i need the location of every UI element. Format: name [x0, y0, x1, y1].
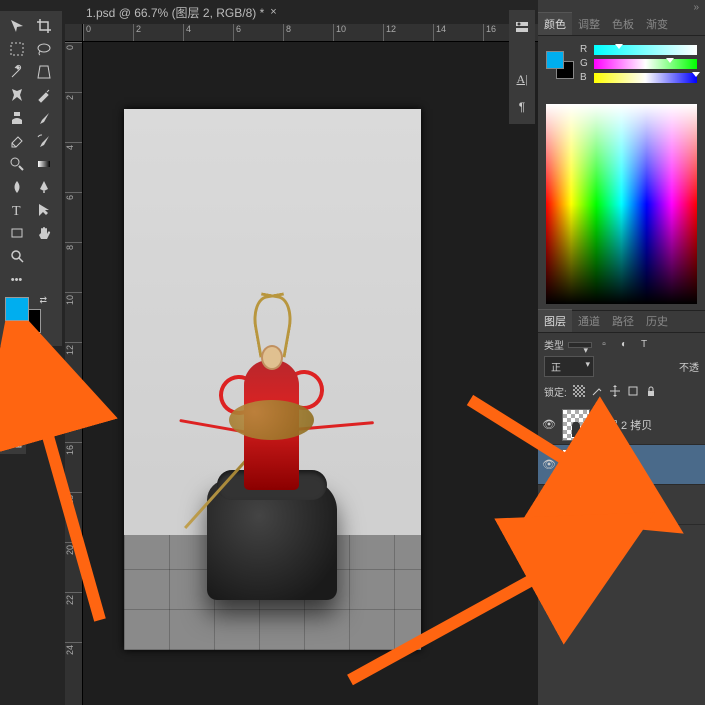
layer-row[interactable]: 👁 图层 2 [538, 445, 705, 485]
opacity-label: 不透 [679, 359, 699, 374]
layer-thumbnail[interactable] [562, 409, 590, 441]
panel-color-swatches[interactable] [546, 51, 574, 79]
hand-tool[interactable] [30, 221, 57, 244]
filter-adjust-icon[interactable]: ◐ [616, 338, 632, 352]
dodge-tool[interactable] [3, 152, 30, 175]
tab-title: 1.psd @ 66.7% (图层 2, RGB/8) * [86, 4, 264, 21]
lock-transparency-icon[interactable] [571, 383, 587, 399]
swap-colors-icon[interactable]: ⇄ [39, 295, 47, 306]
quickmask-panel [0, 426, 26, 454]
layer-type-dropdown[interactable] [568, 342, 592, 348]
r-slider[interactable] [594, 45, 697, 55]
close-icon[interactable]: × [270, 6, 276, 18]
butterfly-icon[interactable] [3, 83, 30, 106]
brush-tool[interactable] [30, 106, 57, 129]
blend-mode-dropdown[interactable]: 正 [544, 356, 594, 377]
tab-swatches[interactable]: 色板 [606, 13, 640, 35]
tab-paths[interactable]: 路径 [606, 310, 640, 332]
filter-image-icon[interactable]: ▫ [596, 338, 612, 352]
color-spectrum[interactable] [546, 104, 697, 304]
filter-text-icon[interactable]: T [636, 338, 652, 352]
lock-position-icon[interactable] [607, 383, 623, 399]
collapsed-icon[interactable] [509, 13, 535, 41]
lock-all-icon[interactable] [643, 383, 659, 399]
reset-colors-icon[interactable] [5, 331, 17, 343]
layer-list: 👁 图层 2 拷贝 👁 图层 2 👁 图层 1 [538, 405, 705, 705]
edit-toolbar-icon[interactable]: ••• [3, 269, 30, 291]
svg-text:T: T [12, 204, 21, 218]
layers-panel: 图层 通道 路径 历史 类型 ▫ ◐ T 正 不透 锁定: [538, 310, 705, 705]
move-tool[interactable] [3, 14, 30, 37]
tab-layers[interactable]: 图层 [538, 309, 572, 332]
eraser-tool[interactable] [3, 129, 30, 152]
healing-brush-tool[interactable] [3, 60, 30, 83]
layer-type-label: 类型 [544, 337, 564, 352]
clone-stamp-tool[interactable] [3, 106, 30, 129]
document-tab[interactable]: 1.psd @ 66.7% (图层 2, RGB/8) * × [76, 0, 287, 25]
document-tabs: 1.psd @ 66.7% (图层 2, RGB/8) * × [68, 0, 295, 24]
layer-thumbnail[interactable] [562, 489, 590, 521]
g-slider[interactable] [594, 59, 697, 69]
blur-tool[interactable] [3, 175, 30, 198]
color-panel: R G B [538, 36, 705, 98]
quick-mask-icon[interactable] [3, 429, 25, 451]
tab-channels[interactable]: 通道 [572, 310, 606, 332]
visibility-icon[interactable]: 👁 [542, 498, 556, 511]
lock-label: 锁定: [544, 384, 567, 399]
tab-color[interactable]: 颜色 [538, 12, 572, 35]
type-tool[interactable]: T [3, 198, 30, 221]
collapsed-panels: A| ¶ [509, 10, 535, 124]
lock-image-icon[interactable] [589, 383, 605, 399]
layer-thumbnail[interactable] [562, 449, 590, 481]
shape-tool[interactable] [3, 221, 30, 244]
tools-panel: T ••• ⇄ [0, 11, 62, 346]
marquee-tool[interactable] [3, 37, 30, 60]
paragraph-panel-icon[interactable]: ¶ [509, 93, 535, 121]
layer-row[interactable]: 👁 图层 2 拷贝 [538, 405, 705, 445]
eyedropper-tool[interactable] [30, 83, 57, 106]
zoom-tool[interactable] [3, 244, 30, 267]
tab-gradients[interactable]: 渐变 [640, 13, 674, 35]
right-panel-group: » 颜色 调整 色板 渐变 R G B 图层 通道 路径 历史 类型 [538, 0, 705, 705]
lock-nested-icon[interactable] [625, 383, 641, 399]
color-swatches[interactable]: ⇄ [5, 297, 51, 343]
path-select-tool[interactable] [30, 198, 57, 221]
crop-tool[interactable] [30, 14, 57, 37]
b-slider[interactable] [594, 73, 697, 83]
lasso-tool[interactable] [30, 37, 57, 60]
visibility-icon[interactable]: 👁 [542, 458, 556, 471]
gradient-tool[interactable] [30, 152, 57, 175]
document-canvas[interactable] [124, 109, 421, 650]
foreground-color[interactable] [5, 297, 29, 321]
character-panel-icon[interactable]: A| [509, 65, 535, 93]
tab-history[interactable]: 历史 [640, 310, 674, 332]
color-panel-tabs: 颜色 调整 色板 渐变 [538, 14, 705, 36]
pen-tool[interactable] [30, 175, 57, 198]
perspective-crop-tool[interactable] [30, 60, 57, 83]
vertical-ruler: 0 2 4 6 8 10 12 14 16 18 20 22 24 [65, 42, 83, 705]
tab-adjustments[interactable]: 调整 [572, 13, 606, 35]
visibility-icon[interactable]: 👁 [542, 418, 556, 431]
history-brush-tool[interactable] [30, 129, 57, 152]
layer-row[interactable]: 👁 图层 1 [538, 485, 705, 525]
ruler-corner [65, 24, 83, 42]
panel-menu-icon[interactable]: » [693, 2, 699, 13]
